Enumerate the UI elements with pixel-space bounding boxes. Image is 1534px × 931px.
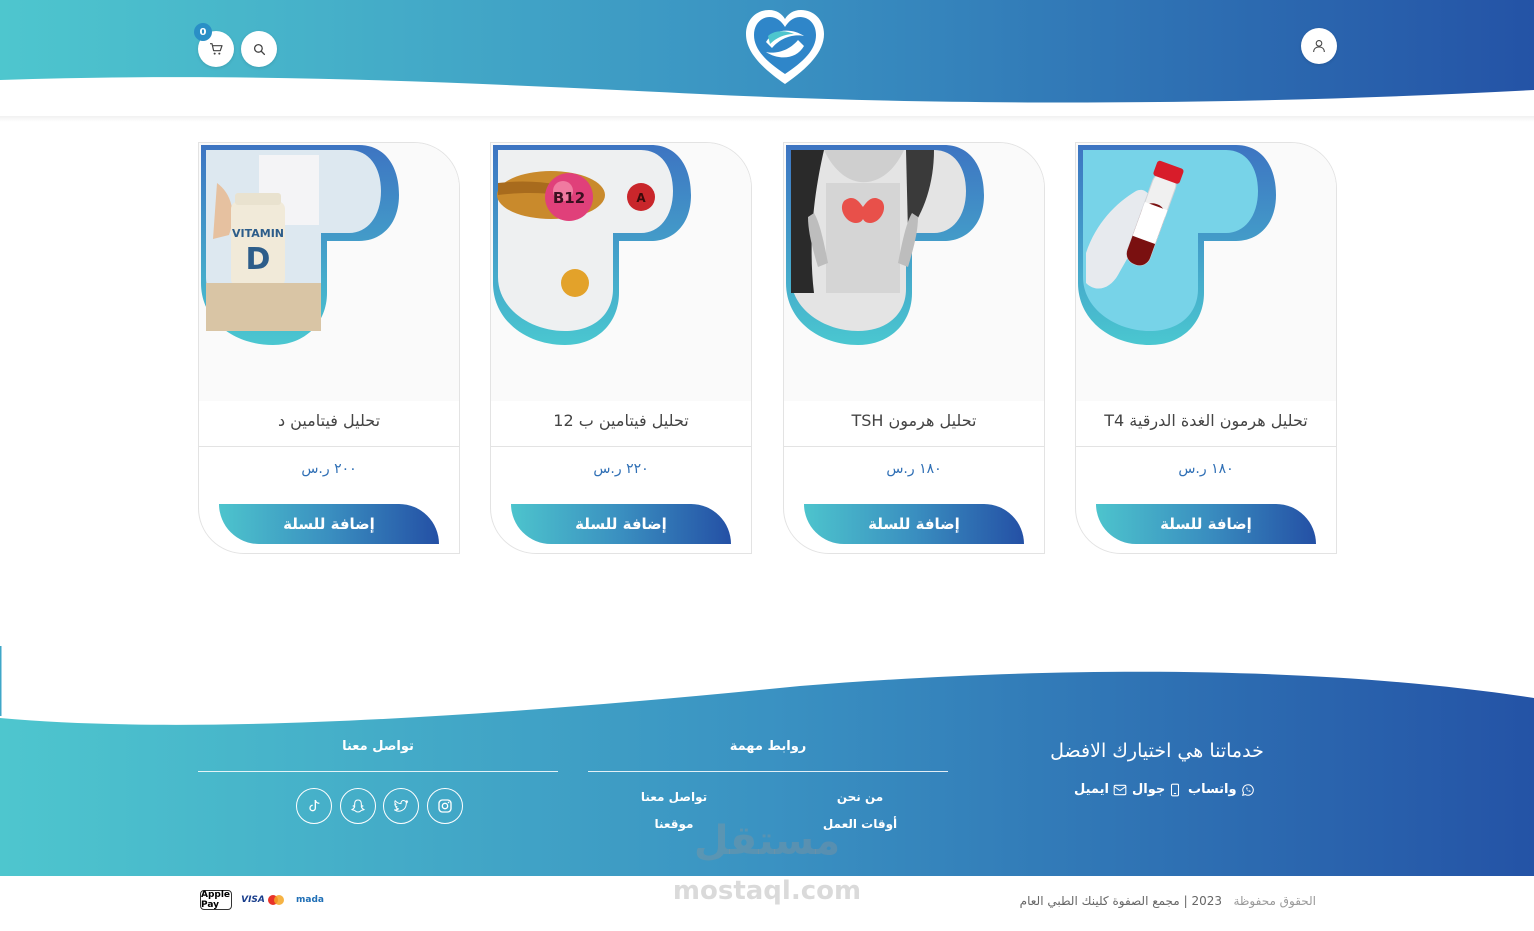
product-title[interactable]: تحليل فيتامين د <box>199 411 459 430</box>
instagram-icon <box>438 799 452 813</box>
product-title[interactable]: تحليل هرمون الغدة الدرقية T4 <box>1076 411 1336 430</box>
search-icon <box>253 43 265 55</box>
cart-count-badge: 0 <box>194 23 212 41</box>
whatsapp-icon <box>1241 783 1254 796</box>
snapchat-link[interactable] <box>340 788 376 824</box>
search-button[interactable] <box>241 31 277 67</box>
vitamin-a-text: A <box>636 191 646 205</box>
vitamin-letter-text: D <box>246 242 271 277</box>
links-column-title: روابط مهمة <box>729 739 807 754</box>
contact-us-link[interactable]: تواصل معنا <box>614 790 734 804</box>
mada-icon: mada <box>296 895 324 905</box>
email-contact[interactable]: ايميل <box>1074 782 1127 797</box>
vitamin-d-icon: VITAMIN D <box>201 145 399 345</box>
product-price: ١٨٠ ر.س <box>886 461 942 477</box>
social-column-title: تواصل معنا <box>342 739 414 754</box>
product-title[interactable]: تحليل هرمون TSH <box>784 411 1044 430</box>
site-footer: تواصل معنا روابط مهمة من نحن تواصل معنا … <box>0 640 1534 876</box>
visa-mastercard-icon: VISA <box>240 890 286 910</box>
vitamin-b12-icon: B12 A <box>493 145 691 345</box>
product-price: ١٨٠ ر.س <box>1178 461 1234 477</box>
cart-icon <box>210 43 223 55</box>
product-image: B12 A <box>491 143 751 401</box>
product-image <box>784 143 1044 401</box>
add-to-cart-button[interactable]: إضافة للسلة <box>219 504 439 544</box>
mobile-contact[interactable]: جوال <box>1132 782 1181 797</box>
twitter-icon <box>394 800 409 812</box>
bottom-bar: الحقوق محفوظة 2023 | مجمع الصفوة كلينك ا… <box>0 876 1534 931</box>
site-header: 0 <box>0 0 1534 122</box>
footer-wave-background <box>0 646 1534 876</box>
user-icon <box>1313 40 1325 53</box>
instagram-link[interactable] <box>427 788 463 824</box>
thyroid-icon <box>786 145 984 345</box>
tiktok-link[interactable] <box>296 788 332 824</box>
snapchat-icon <box>350 799 366 813</box>
vitamin-b12-text: B12 <box>553 189 585 207</box>
email-icon <box>1113 784 1127 795</box>
vitamin-label-text: VITAMIN <box>232 227 284 240</box>
product-image <box>1076 143 1336 401</box>
clinic-logo[interactable] <box>742 6 828 88</box>
blood-tube-icon <box>1078 145 1276 345</box>
account-button[interactable] <box>1301 28 1337 64</box>
twitter-link[interactable] <box>383 788 419 824</box>
product-card-vitamin-d[interactable]: VITAMIN D تحليل فيتامين د ٢٠٠ ر.س إضافة … <box>198 142 460 554</box>
location-link[interactable]: موقعنا <box>614 817 734 831</box>
product-card-tsh[interactable]: تحليل هرمون TSH ١٨٠ ر.س إضافة للسلة <box>783 142 1045 554</box>
working-hours-link[interactable]: أوقات العمل <box>800 817 920 831</box>
mastercard-icon <box>267 895 284 905</box>
product-price: ٢٢٠ ر.س <box>593 461 649 477</box>
whatsapp-contact[interactable]: واتساب <box>1188 782 1255 797</box>
apple-pay-icon: Apple Pay <box>200 890 232 910</box>
product-card-t4[interactable]: تحليل هرمون الغدة الدرقية T4 ١٨٠ ر.س إضا… <box>1075 142 1337 554</box>
add-to-cart-button[interactable]: إضافة للسلة <box>1096 504 1316 544</box>
add-to-cart-button[interactable]: إضافة للسلة <box>511 504 731 544</box>
product-image: VITAMIN D <box>199 143 459 401</box>
product-title[interactable]: تحليل فيتامين ب 12 <box>491 411 751 430</box>
product-price: ٢٠٠ ر.س <box>301 461 357 477</box>
add-to-cart-button[interactable]: إضافة للسلة <box>804 504 1024 544</box>
about-link[interactable]: من نحن <box>800 790 920 804</box>
mobile-icon <box>1171 783 1180 796</box>
tiktok-icon <box>309 799 320 812</box>
footer-headline: خدماتنا هي اختيارك الافضل <box>1050 740 1264 762</box>
product-card-vitamin-b12[interactable]: B12 A تحليل فيتامين ب 12 ٢٢٠ ر.س إضافة ل… <box>490 142 752 554</box>
copyright-text: الحقوق محفوظة 2023 | مجمع الصفوة كلينك ا… <box>1019 894 1316 908</box>
cart-button[interactable]: 0 <box>194 23 234 67</box>
